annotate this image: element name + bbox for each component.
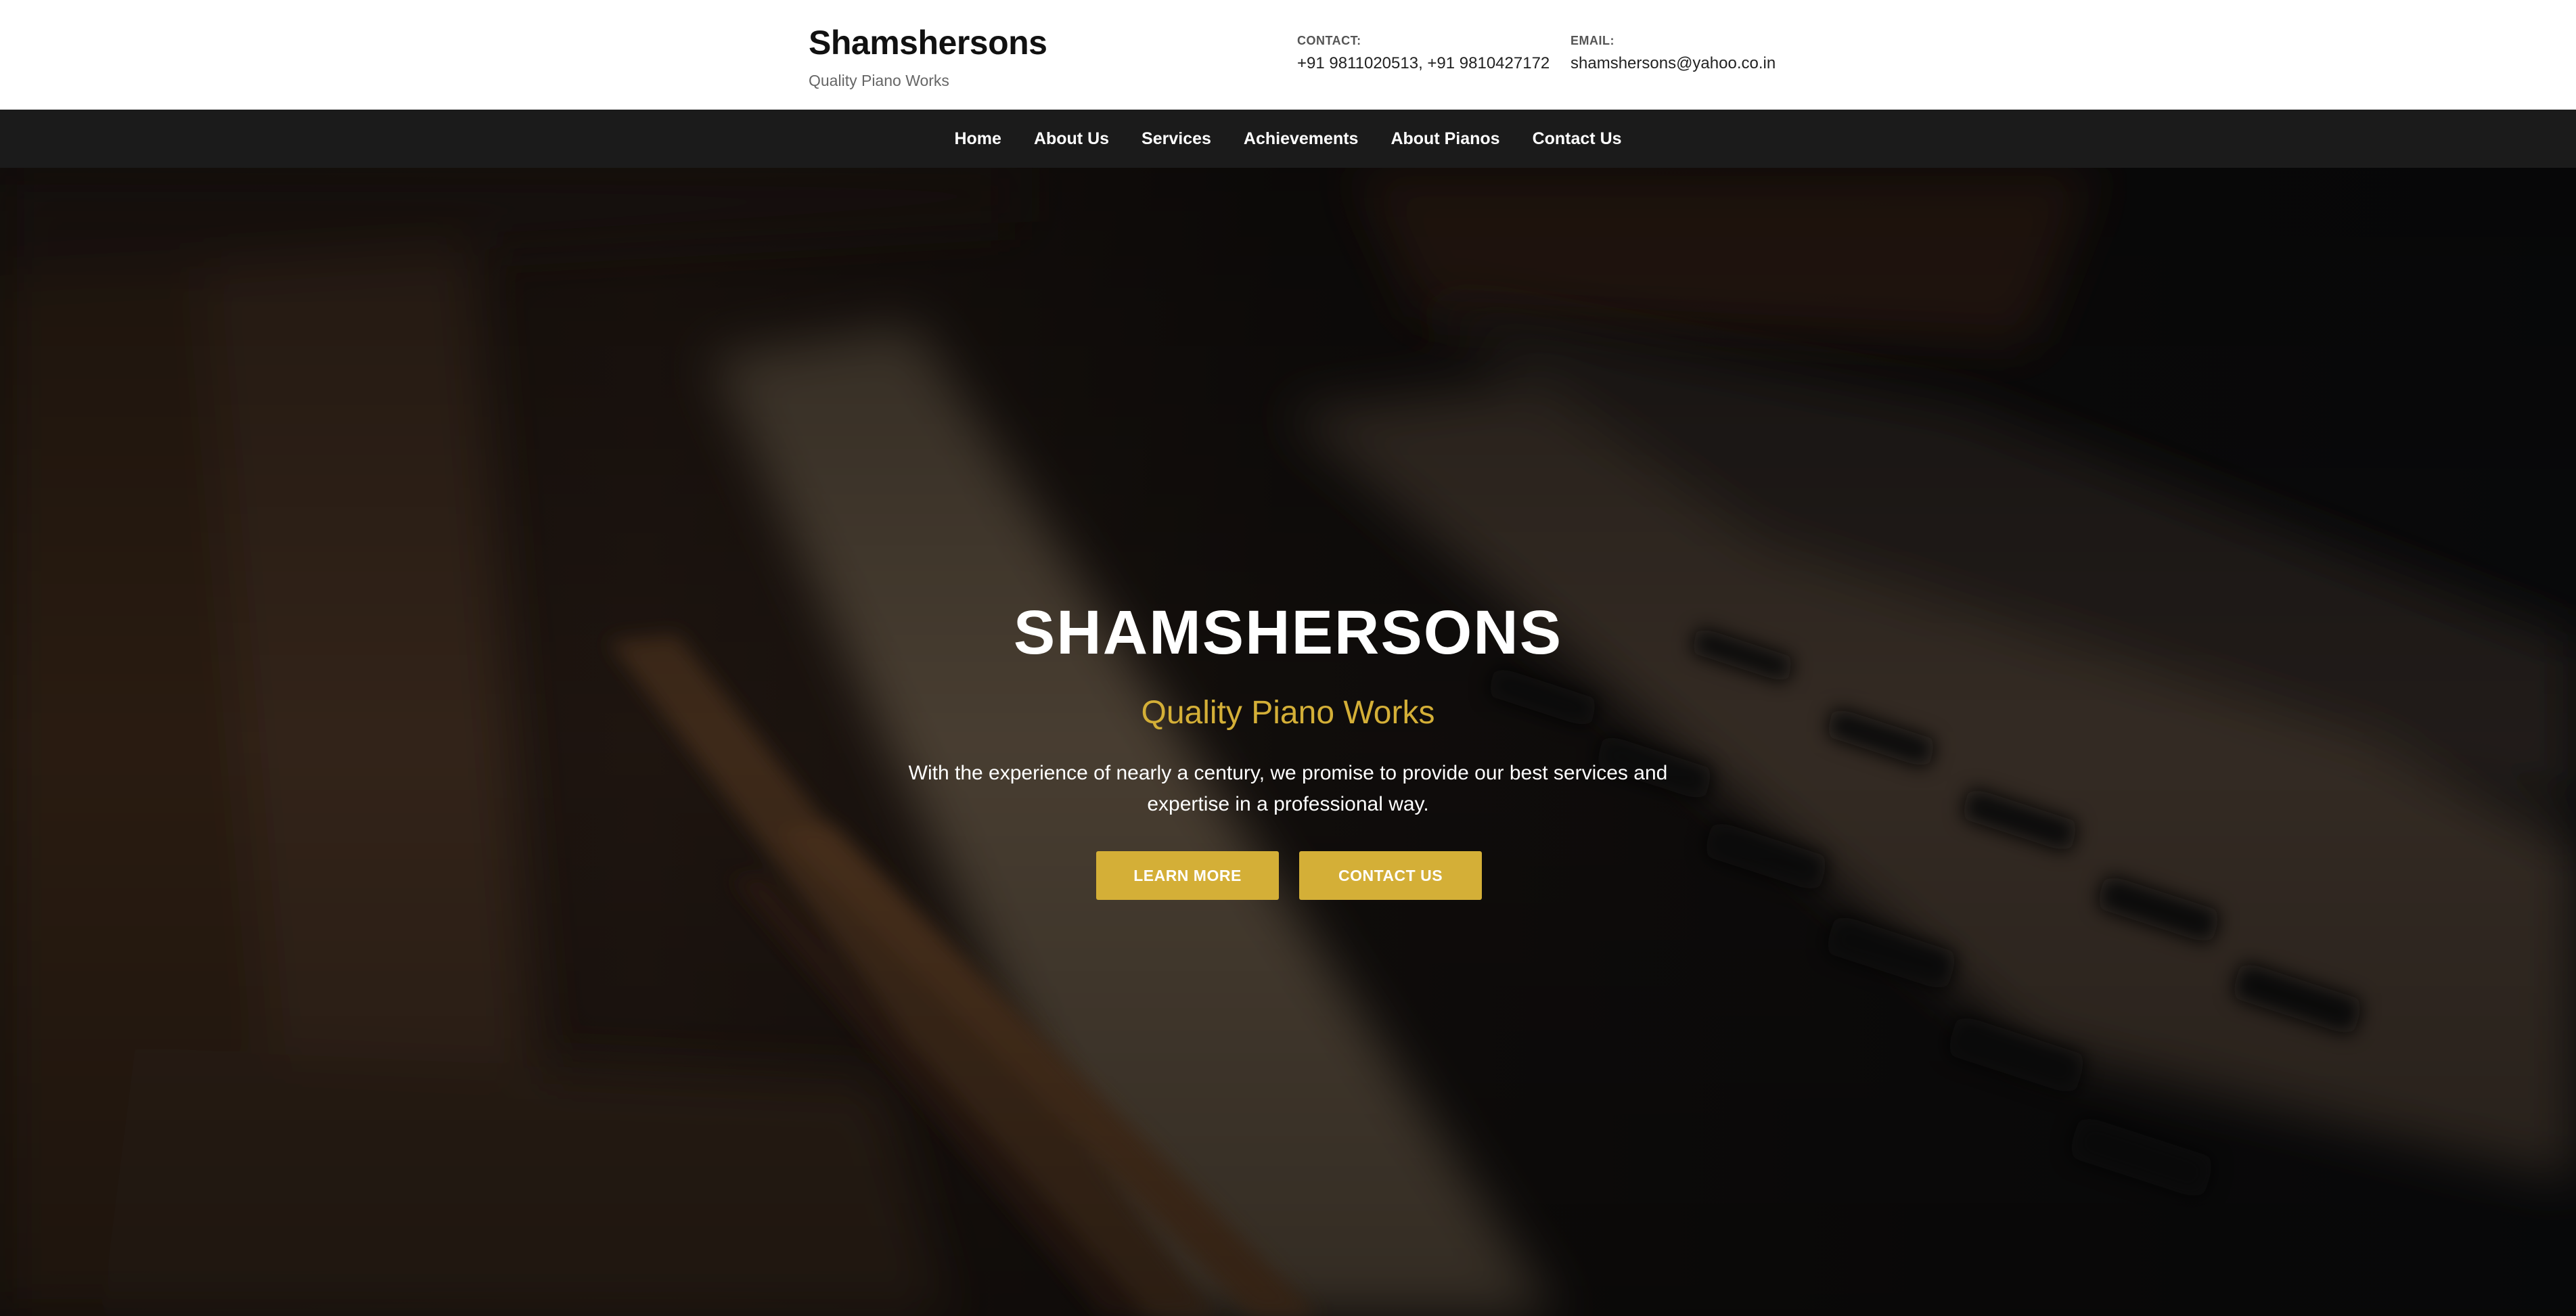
nav-item-services[interactable]: Services [1142, 129, 1211, 149]
nav-item-contact-us[interactable]: Contact Us [1533, 129, 1622, 149]
nav-item-home[interactable]: Home [954, 129, 1001, 149]
nav-item-about-pianos[interactable]: About Pianos [1391, 129, 1499, 149]
hero-description: With the experience of nearly a century,… [908, 762, 1668, 815]
main-nav: Home About Us Services Achievements Abou… [0, 110, 2576, 168]
contact-phone-numbers[interactable]: +91 9811020513, +91 9810427172 [1297, 53, 1550, 74]
email-address[interactable]: shamshersons@yahoo.co.in [1571, 53, 1776, 74]
nav-item-achievements[interactable]: Achievements [1244, 129, 1359, 149]
hero-title: SHAMSHERSONS [1013, 598, 1563, 667]
contact-label: CONTACT: [1297, 34, 1361, 47]
hero-content: SHAMSHERSONS Quality Piano Works With th… [0, 168, 2576, 1316]
learn-more-button[interactable]: LEARN MORE [1096, 851, 1279, 900]
email-info: EMAIL: shamshersons@yahoo.co.in [1571, 32, 1776, 74]
brand[interactable]: Shamshersons Quality Piano Works [809, 20, 1047, 91]
contact-info: CONTACT: +91 9811020513, +91 9810427172 [1297, 32, 1550, 74]
hero-subtitle: Quality Piano Works [1141, 695, 1435, 731]
hero-section: SHAMSHERSONS Quality Piano Works With th… [0, 168, 2576, 1316]
email-label: EMAIL: [1571, 34, 1614, 47]
nav-item-about-us[interactable]: About Us [1034, 129, 1109, 149]
contact-us-button[interactable]: CONTACT US [1299, 851, 1482, 900]
site-header: Shamshersons Quality Piano Works CONTACT… [0, 0, 2576, 110]
brand-name[interactable]: Shamshersons [809, 20, 1047, 65]
brand-tagline: Quality Piano Works [809, 72, 949, 89]
